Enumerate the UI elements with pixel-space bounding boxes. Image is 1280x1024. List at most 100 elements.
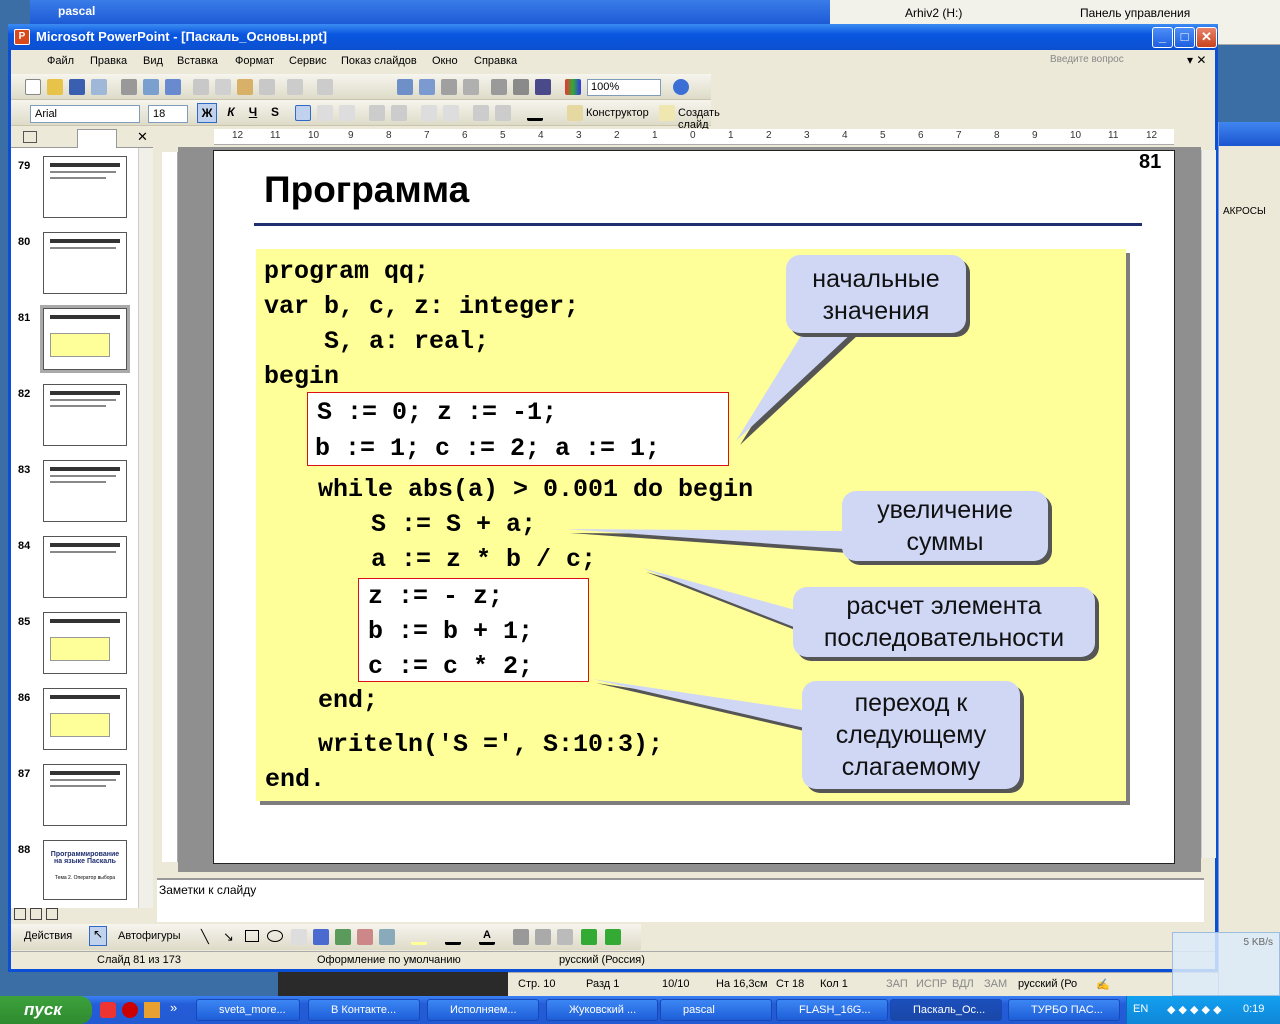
tables-borders-icon[interactable] — [441, 79, 457, 95]
input-language[interactable]: EN — [1133, 1003, 1148, 1015]
tray-icons[interactable]: ◆ ◆ ◆ ◆ ◆ — [1167, 1003, 1222, 1016]
slide-thumbnail[interactable] — [43, 536, 127, 598]
outline-tab-icon[interactable] — [23, 131, 37, 143]
print-icon[interactable] — [121, 79, 137, 95]
menu-edit[interactable]: Правка — [90, 55, 127, 67]
permission-icon[interactable] — [91, 79, 107, 95]
slide-thumbnail[interactable] — [43, 232, 127, 294]
shadow-style-icon[interactable] — [581, 929, 597, 945]
drive-label[interactable]: Arhiv2 (H:) — [905, 6, 962, 20]
format-painter-icon[interactable] — [259, 79, 275, 95]
paste-icon[interactable] — [237, 79, 253, 95]
background-word-window[interactable]: АКРОСЫ — [1218, 122, 1280, 997]
font-select[interactable]: Arial — [30, 105, 140, 123]
open-icon[interactable] — [47, 79, 63, 95]
menu-format[interactable]: Формат — [235, 55, 274, 67]
autoshapes-menu[interactable]: Автофигуры — [118, 930, 181, 942]
menu-slideshow[interactable]: Показ слайдов — [341, 55, 417, 67]
slide-thumbnail[interactable] — [43, 156, 127, 218]
line-style-icon[interactable] — [513, 929, 529, 945]
wordart-icon[interactable] — [313, 929, 329, 945]
bullets-icon[interactable] — [391, 105, 407, 121]
spelling-status-icon[interactable]: ✍ — [1096, 978, 1110, 991]
task-button-active[interactable]: Паскаль_Ос... — [890, 999, 1002, 1021]
grayscale-icon[interactable] — [535, 79, 551, 95]
chart-icon[interactable] — [397, 79, 413, 95]
align-left-icon[interactable] — [295, 105, 311, 121]
background-window[interactable]: pascal — [30, 0, 830, 24]
new-slide-button[interactable]: Создать слайд — [678, 107, 720, 131]
task-button[interactable]: pascal — [660, 999, 772, 1021]
dash-style-icon[interactable] — [535, 929, 551, 945]
task-button[interactable]: sveta_more... — [196, 999, 300, 1021]
help-icon[interactable] — [673, 79, 689, 95]
start-button[interactable]: пуск — [0, 996, 92, 1024]
copy-icon[interactable] — [215, 79, 231, 95]
numbering-icon[interactable] — [369, 105, 385, 121]
draw-font-color-icon[interactable]: A — [479, 929, 495, 945]
expand-icon[interactable] — [491, 79, 507, 95]
underline-button[interactable]: Ч — [243, 103, 263, 123]
task-button[interactable]: В Контакте... — [308, 999, 420, 1021]
table-icon[interactable] — [419, 79, 435, 95]
actions-menu[interactable]: Действия — [24, 930, 72, 942]
zoom-select[interactable]: 100% — [587, 79, 661, 96]
title-bar[interactable]: P Microsoft PowerPoint - [Паскаль_Основы… — [8, 24, 1218, 50]
color-icon[interactable] — [565, 79, 581, 95]
maximize-button[interactable]: □ — [1174, 27, 1195, 48]
bold-button[interactable]: Ж — [197, 103, 217, 123]
task-button[interactable]: FLASH_16G... — [776, 999, 888, 1021]
quicklaunch-icon[interactable] — [100, 1002, 116, 1018]
shadow-button[interactable]: S — [265, 103, 285, 123]
oval-icon[interactable] — [267, 930, 283, 942]
diagram-icon[interactable] — [335, 929, 351, 945]
close-button[interactable]: ✕ — [1196, 27, 1217, 48]
3d-style-icon[interactable] — [605, 929, 621, 945]
font-size-select[interactable]: 18 — [148, 105, 188, 123]
menu-window[interactable]: Окно — [432, 55, 458, 67]
rectangle-icon[interactable] — [245, 930, 259, 942]
spelling-icon[interactable] — [165, 79, 181, 95]
arrow-style-icon[interactable] — [557, 929, 573, 945]
picture-icon[interactable] — [379, 929, 395, 945]
new-icon[interactable] — [25, 79, 41, 95]
slide-thumbnail[interactable] — [43, 688, 127, 750]
app-icon[interactable] — [144, 1002, 160, 1018]
menu-file[interactable]: Файл — [47, 55, 74, 67]
redo-icon[interactable] — [317, 79, 333, 95]
normal-view-icon[interactable] — [14, 908, 26, 920]
minimize-button[interactable]: _ — [1152, 27, 1173, 48]
help-question-input[interactable]: Введите вопрос — [1050, 54, 1200, 68]
decrease-font-icon[interactable] — [443, 105, 459, 121]
font-color-icon[interactable] — [527, 105, 543, 121]
sorter-view-icon[interactable] — [30, 908, 42, 920]
opera-icon[interactable] — [122, 1002, 138, 1018]
slide-thumbnail-selected[interactable] — [40, 305, 130, 373]
clipart-icon[interactable] — [357, 929, 373, 945]
grid-icon[interactable] — [463, 79, 479, 95]
designer-button[interactable]: Конструктор — [586, 107, 649, 119]
decrease-indent-icon[interactable] — [473, 105, 489, 121]
task-button[interactable]: Жуковский ... — [546, 999, 658, 1021]
task-button[interactable]: Исполняем... — [427, 999, 539, 1021]
save-icon[interactable] — [69, 79, 85, 95]
line-icon[interactable]: ╲ — [201, 929, 209, 945]
formatting-icon[interactable] — [513, 79, 529, 95]
menu-help[interactable]: Справка — [474, 55, 517, 67]
slide-thumbnail[interactable]: Программирование на языке Паскаль Тема 2… — [43, 840, 127, 900]
preview-icon[interactable] — [143, 79, 159, 95]
undo-icon[interactable] — [287, 79, 303, 95]
taskbar-expand-icon[interactable]: » — [170, 1000, 177, 1015]
control-panel-label[interactable]: Панель управления — [1080, 6, 1190, 20]
arrow-icon[interactable]: ↘ — [223, 929, 234, 945]
slideshow-view-icon[interactable] — [46, 908, 58, 920]
align-right-icon[interactable] — [339, 105, 355, 121]
line-color-icon[interactable] — [445, 929, 461, 945]
select-pointer-icon[interactable]: ↖ — [89, 926, 107, 946]
slide-canvas[interactable]: 81 Программа program qq; var b, c, z: in… — [213, 150, 1175, 864]
menu-tools[interactable]: Сервис — [289, 55, 327, 67]
menu-close-icon[interactable]: ▾ ✕ — [1187, 53, 1206, 67]
task-button[interactable]: ТУРБО ПАС... — [1008, 999, 1120, 1021]
align-center-icon[interactable] — [317, 105, 333, 121]
italic-button[interactable]: К — [221, 103, 241, 123]
